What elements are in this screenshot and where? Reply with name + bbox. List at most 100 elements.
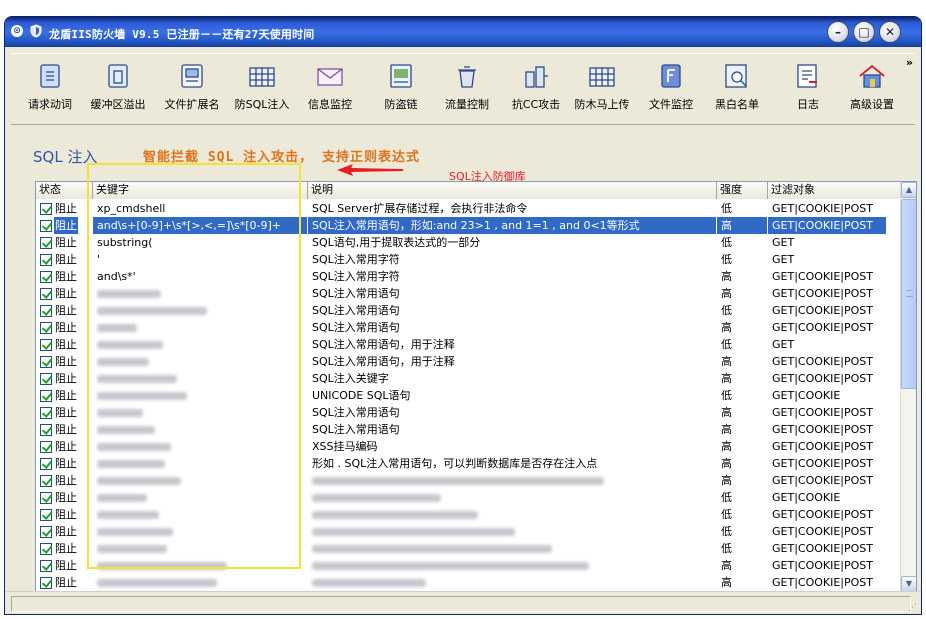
toolbar-button-13[interactable]: 高级设置 [839, 58, 905, 120]
column-header-description[interactable]: 说明 [308, 182, 717, 199]
column-header-keyword[interactable]: 关键字 [93, 182, 308, 199]
table-row[interactable]: 阻止 SQL注入常用语句 高 GET|COOKIE|POST [36, 404, 902, 421]
state-cell: 阻止 [38, 523, 92, 540]
table-row[interactable]: 阻止 ' SQL注入常用字符 低 GET [36, 251, 902, 268]
block-checkbox[interactable] [40, 458, 52, 470]
keyword-cell [93, 404, 307, 421]
toolbar-button-10[interactable]: 文件监控 [638, 58, 704, 120]
table-row[interactable]: 阻止 高 GET|COOKIE|POST [36, 574, 902, 591]
close-button[interactable]: ✕ [879, 21, 901, 43]
table-row[interactable]: 阻止 XSS挂马编码 高 GET|COOKIE|POST [36, 438, 902, 455]
state-label: 阻止 [55, 304, 77, 317]
table-row[interactable]: 阻止 SQL注入常用语句，用于注释 低 GET [36, 336, 902, 353]
file-f-icon [661, 64, 681, 88]
resize-grip-icon[interactable]: ⋰ [908, 603, 917, 613]
scroll-thumb[interactable] [901, 199, 916, 389]
block-checkbox[interactable] [40, 373, 52, 385]
image-icon [390, 64, 412, 88]
state-label: 阻止 [54, 217, 78, 234]
table-row[interactable]: 阻止 低 GET|COOKIE [36, 489, 902, 506]
keyword-cell: ' [97, 253, 101, 266]
table-row[interactable]: 阻止 低 GET|COOKIE|POST [36, 540, 902, 557]
level-cell: 高 [721, 423, 732, 436]
toolbar-button-11[interactable]: 黑白名单 [704, 58, 770, 120]
keyword-cell: and\s*' [97, 270, 136, 283]
redacted-text [97, 477, 181, 485]
table-row[interactable]: 阻止 低 GET|COOKIE|POST [36, 523, 902, 540]
toolbar-button-3[interactable]: 文件扩展名 [159, 58, 225, 120]
block-checkbox[interactable] [40, 475, 52, 487]
table-row[interactable]: 阻止 substring(SQL语句,用于提取表达式的一部分 低 GET [36, 234, 902, 251]
toolbar-overflow-icon[interactable]: » [906, 56, 913, 69]
block-checkbox[interactable] [40, 305, 52, 317]
toolbar-button-1[interactable]: 请求动词 [17, 58, 83, 120]
block-checkbox[interactable] [40, 220, 52, 232]
table-row[interactable]: 阻止 形如 . SQL注入常用语句，可以判断数据库是否存在注入点 高 GET|COOK… [36, 455, 902, 472]
system-menu-icon[interactable]: ⊙ [11, 25, 23, 37]
table-row[interactable]: 阻止 UNICODE SQL语句 低 GET|COOKIE [36, 387, 902, 404]
block-checkbox[interactable] [40, 577, 52, 589]
level-cell: 高 [721, 457, 732, 470]
toolbar-button-label: 信息监控 [308, 98, 352, 111]
toolbar-button-4[interactable]: 防SQL注入 [229, 58, 295, 120]
block-checkbox[interactable] [40, 543, 52, 555]
redacted-text [312, 528, 515, 536]
scroll-down-button[interactable]: ▼ [901, 576, 916, 592]
target-cell: GET|COOKIE [772, 491, 841, 504]
toolbar-button-12[interactable]: 日志 [775, 58, 841, 120]
table-row[interactable]: 阻止 and\s*' SQL注入常用字符 高 GET|COOKIE|POST [36, 268, 902, 285]
block-checkbox[interactable] [40, 254, 52, 266]
title-bar[interactable]: ⊙ 龙盾IIS防火墙 V9.5 已注册－－还有27天使用时间 – □ ✕ [5, 17, 921, 47]
table-row[interactable]: 阻止 SQL注入常用语句 高 GET|COOKIE|POST [36, 285, 902, 302]
toolbar-button-8[interactable]: 抗CC攻击 [503, 58, 569, 120]
block-checkbox[interactable] [40, 339, 52, 351]
toolbar-button-2[interactable]: 缓冲区溢出 [85, 58, 151, 120]
block-checkbox[interactable] [40, 237, 52, 249]
toolbar-button-label: 抗CC攻击 [511, 98, 561, 111]
toolbar-button-label: 防盗链 [384, 98, 418, 111]
block-checkbox[interactable] [40, 509, 52, 521]
table-row[interactable]: 阻止 高 GET|COOKIE|POST [36, 472, 902, 489]
column-header-level[interactable]: 强度 [717, 182, 768, 199]
level-cell: 低 [721, 202, 732, 215]
table-row[interactable]: 阻止 SQL注入常用语句 高 GET|COOKIE|POST [36, 421, 902, 438]
block-checkbox[interactable] [40, 526, 52, 538]
table-row[interactable]: 阻止 SQL注入常用语句，用于注释 高 GET|COOKIE|POST [36, 353, 902, 370]
scroll-up-button[interactable]: ▲ [901, 182, 916, 198]
level-cell: 低 [721, 304, 732, 317]
maximize-button[interactable]: □ [853, 21, 875, 43]
column-header-state[interactable]: 状态 [36, 182, 93, 199]
vertical-scrollbar[interactable]: ▲ ▼ [900, 182, 916, 592]
toolbar-button-9[interactable]: 防木马上传 [569, 58, 635, 120]
table-row[interactable]: 阻止 低 GET|COOKIE|POST [36, 506, 902, 523]
block-checkbox[interactable] [40, 441, 52, 453]
block-checkbox[interactable] [40, 288, 52, 300]
toolbar-button-7[interactable]: 流量控制 [434, 58, 500, 120]
block-checkbox[interactable] [40, 271, 52, 283]
toolbar-button-6[interactable]: 防盗链 [368, 58, 434, 120]
state-cell: 阻止 [38, 404, 92, 421]
block-checkbox[interactable] [40, 424, 52, 436]
block-checkbox[interactable] [40, 322, 52, 334]
toolbar-button-label: 缓冲区溢出 [90, 98, 146, 111]
table-row[interactable]: 阻止 高 GET|COOKIE|POST [36, 557, 902, 574]
target-cell: GET|COOKIE|POST [772, 508, 874, 521]
keyword-cell [93, 285, 307, 302]
column-header-target[interactable]: 过滤对象 [768, 182, 902, 199]
block-checkbox[interactable] [40, 492, 52, 504]
block-checkbox[interactable] [40, 203, 52, 215]
minimize-button[interactable]: – [827, 21, 849, 43]
block-checkbox[interactable] [40, 560, 52, 572]
block-checkbox[interactable] [40, 356, 52, 368]
block-checkbox[interactable] [40, 390, 52, 402]
table-row[interactable]: 阻止 SQL注入常用语句 低 GET|COOKIE|POST [36, 302, 902, 319]
table-row[interactable]: 阻止 SQL注入常用语句 高 GET|COOKIE|POST [36, 319, 902, 336]
table-row[interactable]: 阻止 and\s+[0-9]+\s*[>,<,=]\s*[0-9]+ SQL注入常用… [36, 217, 902, 234]
table-row[interactable]: 阻止 xp_cmdshell SQL Server扩展存储过程，会执行非法命令 低 GE… [36, 200, 902, 217]
target-cell: GET|COOKIE|POST [772, 406, 874, 419]
target-cell: GET|COOKIE [772, 389, 841, 402]
block-checkbox[interactable] [40, 407, 52, 419]
table-row[interactable]: 阻止 SQL注入关键字 高 GET|COOKIE|POST [36, 370, 902, 387]
toolbar-button-5[interactable]: 信息监控 [297, 58, 363, 120]
target-cell: GET|COOKIE|POST [772, 321, 874, 334]
